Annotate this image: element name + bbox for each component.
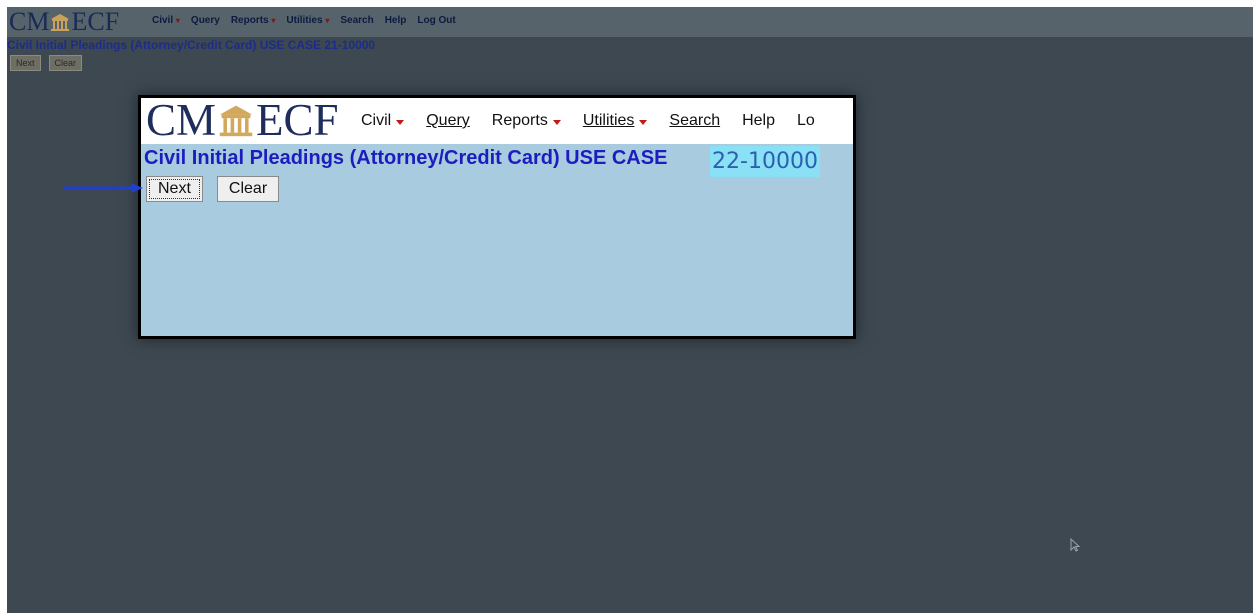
menu-utilities-label: Utilities [582,112,635,129]
background-menu-search[interactable]: Search [340,15,373,26]
menubar: CM ECF Civil Query Reports Utilities Sea… [141,95,853,145]
background-menu-reports[interactable]: Reports ▾ [231,15,276,26]
case-number-highlight: 22-10000 [710,146,820,177]
main-menu: Civil Query Reports Utilities Search Hel… [361,112,815,130]
button-row: Next Clear [146,176,280,202]
menu-reports-label: Reports [491,112,548,129]
background-next-button[interactable]: Next [10,55,41,71]
background-button-row: Next Clear [10,55,83,71]
background-menu-utilities[interactable]: Utilities ▾ [286,15,329,26]
page-title: Civil Initial Pleadings (Attorney/Credit… [144,147,668,169]
next-button[interactable]: Next [146,176,203,202]
menu-query[interactable]: Query [426,112,470,130]
background-menu-civil[interactable]: Civil ▾ [152,15,180,26]
zoom-inset: CM ECF Civil Query Reports Utilities Sea… [138,95,856,339]
clear-button[interactable]: Clear [216,176,280,202]
chevron-down-icon: ▾ [271,16,276,25]
menu-reports[interactable]: Reports [492,112,561,130]
logo-left: CM [146,95,217,145]
courthouse-icon [219,105,253,137]
background-page-title: Civil Initial Pleadings (Attorney/Credit… [7,38,376,52]
menu-logout[interactable]: Lo [797,112,815,130]
background-menu-query[interactable]: Query [191,15,220,26]
chevron-down-icon: ▾ [175,16,180,25]
menu-search[interactable]: Search [669,112,720,130]
menu-civil-label: Civil [361,112,392,129]
menu-civil[interactable]: Civil [361,112,405,130]
screen: CM ECF Civil ▾ Query Reports ▾ Utilities… [7,7,1253,613]
chevron-down-icon [396,120,405,125]
menu-help[interactable]: Help [742,112,775,130]
background-menubar: CM ECF Civil ▾ Query Reports ▾ Utilities… [7,7,1253,37]
arrow-right-icon [63,183,143,193]
logo-right: ECF [256,95,339,145]
background-menu-logout[interactable]: Log Out [417,15,455,26]
courthouse-icon [51,14,70,31]
mouse-cursor-icon [1070,538,1080,552]
chevron-down-icon [639,120,648,125]
menu-utilities[interactable]: Utilities [583,112,648,130]
chevron-down-icon [552,120,561,125]
background-menu-help[interactable]: Help [385,15,407,26]
background-menu: Civil ▾ Query Reports ▾ Utilities ▾ Sear… [152,15,456,26]
background-logo-left: CM [9,7,50,36]
cmecf-logo: CM ECF [146,95,339,145]
background-clear-button[interactable]: Clear [48,55,83,71]
background-logo-right: ECF [71,7,120,36]
chevron-down-icon: ▾ [325,16,330,25]
background-cmecf-logo: CM ECF [9,7,119,37]
